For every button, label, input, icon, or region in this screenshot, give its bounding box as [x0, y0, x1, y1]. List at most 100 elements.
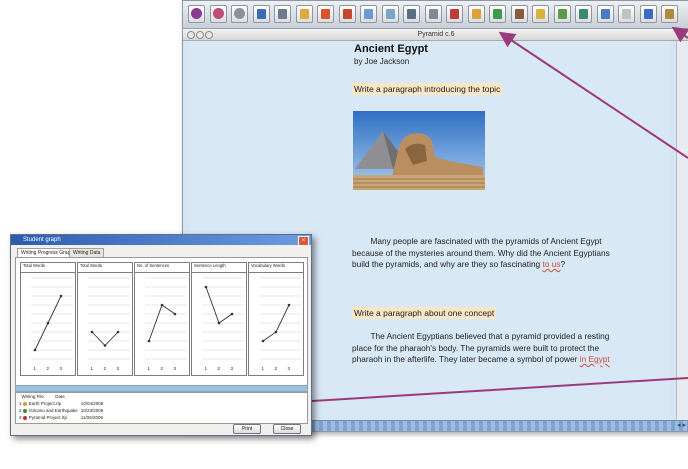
notes-icon[interactable] [532, 5, 549, 23]
print-icon[interactable] [274, 5, 291, 23]
paint-icon[interactable] [661, 5, 678, 23]
font-icon[interactable] [639, 5, 657, 23]
text-icon[interactable] [381, 5, 399, 23]
list-item[interactable]: 1 Earth Project.rtp 10/04/2006 [19, 401, 103, 407]
speaker-icon[interactable] [403, 5, 420, 23]
ruler-icon-glyph [493, 9, 502, 19]
web-icon-glyph [600, 9, 610, 19]
x-tick-label: 2 [47, 366, 50, 371]
close-window-icon[interactable] [187, 31, 195, 39]
text-size-icon[interactable] [618, 5, 635, 23]
progress-graph: Total Words 1 2 3 [20, 262, 76, 376]
grid-icon[interactable] [575, 5, 592, 23]
purple-circle-icon[interactable] [188, 5, 205, 23]
paragraph-intro[interactable]: Many people are fascinated with the pyra… [352, 236, 614, 271]
series-color-dot-icon [22, 415, 27, 420]
writing-prompt-concept[interactable]: Write a paragraph about one concept [352, 307, 497, 319]
x-tick-label: 3 [60, 366, 63, 371]
pencil-icon-glyph [471, 9, 481, 19]
close-icon[interactable]: × [298, 236, 309, 246]
sphinx-pyramid-picture[interactable] [353, 111, 485, 190]
gray-circle-icon-glyph [234, 8, 245, 19]
student-graph-dialog: Student graph × Writing Progress Graph W… [10, 234, 312, 436]
window-titlebar: Pyramid c.6 [183, 29, 688, 41]
speaker-icon-glyph [407, 9, 416, 19]
zoom-window-icon[interactable] [205, 31, 213, 39]
list-header: Writing File Date [19, 394, 65, 400]
list-item-file: Volcano and Earthquake [28, 408, 78, 413]
writing-file-list: Writing File Date 1 Earth Project.rtp 10/… [15, 392, 308, 424]
list-header-date: Date [55, 394, 65, 399]
graph-icon-glyph [557, 9, 567, 19]
paragraph-intro-end: ? [560, 259, 566, 270]
spelling-error-highlight[interactable]: in Egypt [580, 354, 610, 364]
web-icon[interactable] [596, 5, 614, 23]
progress-graph: Vocabulary Words 1 2 3 [248, 262, 304, 376]
progress-graph: Sentence Length 1 2 3 [191, 262, 247, 376]
grid-icon-glyph [579, 9, 588, 19]
list-icon[interactable] [338, 5, 356, 23]
graph-point [173, 312, 177, 316]
open-folder-icon[interactable] [295, 5, 313, 23]
pencil-icon[interactable] [467, 5, 485, 23]
vertical-scrollbar[interactable] [676, 41, 688, 421]
dialog-titlebar: Student graph × [11, 235, 311, 246]
save-icon[interactable] [252, 5, 270, 23]
x-tick-label: 2 [161, 366, 164, 371]
list-item-date: 10/23/2006 [80, 408, 104, 413]
graph-title: Total Words [21, 263, 75, 273]
text-size-icon-glyph [622, 9, 631, 19]
print-button[interactable]: Print [233, 424, 261, 434]
gray-circle-icon[interactable] [231, 5, 248, 23]
x-tick-label: 1 [148, 366, 151, 371]
graph-icon[interactable] [553, 5, 571, 23]
scroll-arrows-icon[interactable]: ◂ ▸ [677, 421, 686, 431]
series-color-dot-icon [22, 401, 27, 406]
graph-plot: 1 2 3 [145, 277, 187, 371]
x-tick-label: 1 [262, 366, 265, 371]
list-icon-glyph [342, 9, 352, 19]
writing-prompt-intro[interactable]: Write a paragraph introducing the topic [352, 83, 503, 95]
graph-plot: 1 2 3 [202, 277, 244, 371]
pink-circle-icon-glyph [212, 8, 224, 19]
graph-point [217, 321, 221, 325]
graph-point [103, 344, 107, 347]
save-icon-glyph [256, 9, 266, 19]
list-item[interactable]: 2 Volcano and Earthquake 10/23/2006 [19, 408, 103, 414]
document-author: by Joe Jackson [354, 57, 410, 66]
x-tick-label: 3 [117, 366, 120, 371]
graph-title: No. of Sentences [135, 263, 189, 273]
list-icon[interactable] [317, 5, 334, 23]
graph-title: Sentence Length [192, 263, 246, 273]
spelling-error-highlight[interactable]: to us [542, 259, 560, 269]
x-tick-label: 1 [205, 366, 208, 371]
spellcheck-icon[interactable] [446, 5, 463, 23]
graph-plot: 1 2 3 [259, 277, 301, 371]
graph-point [59, 294, 63, 298]
book-icon[interactable] [510, 5, 528, 23]
font-icon-glyph [643, 9, 653, 19]
graph-point [33, 348, 37, 352]
graph-plot: 1 2 3 [88, 277, 130, 371]
horizontal-scrollbar[interactable] [15, 385, 308, 392]
notes-icon-glyph [536, 9, 545, 19]
document-title: Ancient Egypt [354, 43, 428, 55]
paragraph-concept[interactable]: The Ancient Egyptians believed that a py… [352, 331, 614, 366]
minimize-window-icon[interactable] [196, 31, 204, 39]
link-icon[interactable] [424, 5, 442, 23]
x-tick-label: 3 [231, 366, 234, 371]
x-tick-label: 1 [34, 366, 37, 371]
close-button[interactable]: Close [273, 424, 301, 434]
graph-point [261, 339, 265, 343]
x-tick-label: 2 [104, 366, 107, 371]
window-title: Pyramid c.6 [417, 31, 455, 38]
ruler-icon[interactable] [489, 5, 506, 23]
x-tick-label: 3 [174, 366, 177, 371]
pink-circle-icon[interactable] [209, 5, 227, 23]
picture-icon[interactable] [360, 5, 377, 23]
spellcheck-icon-glyph [450, 9, 459, 19]
purple-circle-icon-glyph [191, 8, 202, 19]
paragraph-intro-text: Many people are fascinated with the pyra… [352, 236, 610, 270]
list-item[interactable]: 3 Pyramid Project.rtp 11/06/2006 [19, 415, 103, 421]
graph-point [287, 303, 291, 307]
